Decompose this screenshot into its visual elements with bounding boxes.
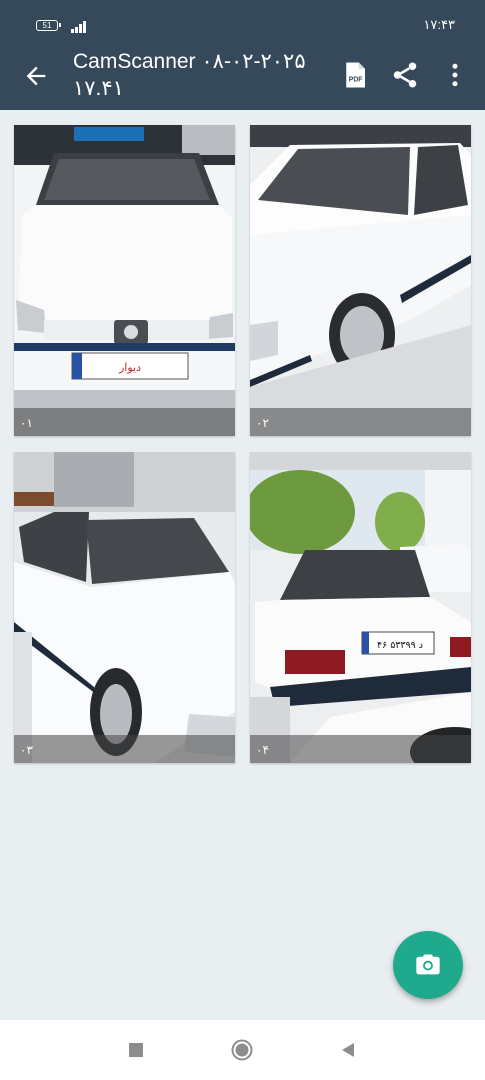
page-number: ۰۲ (256, 416, 269, 430)
page-thumbnail-1[interactable]: دیوار ۰۱ (14, 125, 235, 436)
page-thumbnail-4[interactable]: ۴۶ د ۵۳۳۹۹ ۰۴ (250, 452, 471, 763)
car-photo (250, 125, 471, 436)
caption-strip (14, 408, 235, 436)
recent-apps-button[interactable] (129, 1043, 143, 1057)
status-time: ۱۷:۴۳ (423, 17, 455, 32)
caption-strip (250, 735, 471, 763)
camera-button[interactable] (393, 931, 463, 999)
share-icon (393, 62, 417, 88)
app-bar: CamScanner ۰۸-۰۲-۲۰۲۵ ۱۷.۴۱ PDF (0, 42, 485, 110)
caption-strip (14, 735, 235, 763)
system-navigation-bar (0, 1020, 485, 1080)
back-button[interactable] (22, 62, 50, 90)
page-number: ۰۳ (20, 743, 33, 757)
document-title: CamScanner ۰۸-۰۲-۲۰۲۵ ۱۷.۴۱ (73, 50, 306, 100)
car-photo: ۴۶ د ۵۳۳۹۹ (250, 452, 471, 763)
triangle-back-icon (342, 1043, 354, 1057)
page-number: ۰۴ (256, 743, 269, 757)
camera-icon (416, 954, 440, 975)
svg-text:PDF: PDF (349, 76, 363, 83)
more-vertical-icon (452, 63, 458, 87)
home-button[interactable] (231, 1039, 253, 1061)
page-thumbnail-2[interactable]: ۰۲ (250, 125, 471, 436)
license-plate-text: ۴۶ د ۵۳۳۹۹ (377, 640, 423, 651)
signal-icon (71, 18, 87, 33)
license-plate-text: دیوار (118, 361, 141, 374)
car-photo (14, 452, 235, 763)
car-photo: دیوار (14, 125, 235, 436)
system-back-button[interactable] (340, 1042, 356, 1063)
pdf-button[interactable]: PDF (340, 60, 370, 90)
pdf-icon: PDF (346, 62, 365, 88)
arrow-left-icon (26, 66, 46, 86)
share-button[interactable] (390, 60, 420, 90)
more-options-button[interactable] (440, 60, 470, 90)
battery-icon: 51 (36, 20, 61, 31)
page-thumbnail-3[interactable]: ۰۳ (14, 452, 235, 763)
status-bar: 51 ۱۷:۴۳ (0, 0, 485, 42)
battery-level: 51 (42, 21, 52, 30)
caption-strip (250, 408, 471, 436)
home-circle-icon (231, 1039, 253, 1061)
page-number: ۰۱ (20, 416, 33, 430)
